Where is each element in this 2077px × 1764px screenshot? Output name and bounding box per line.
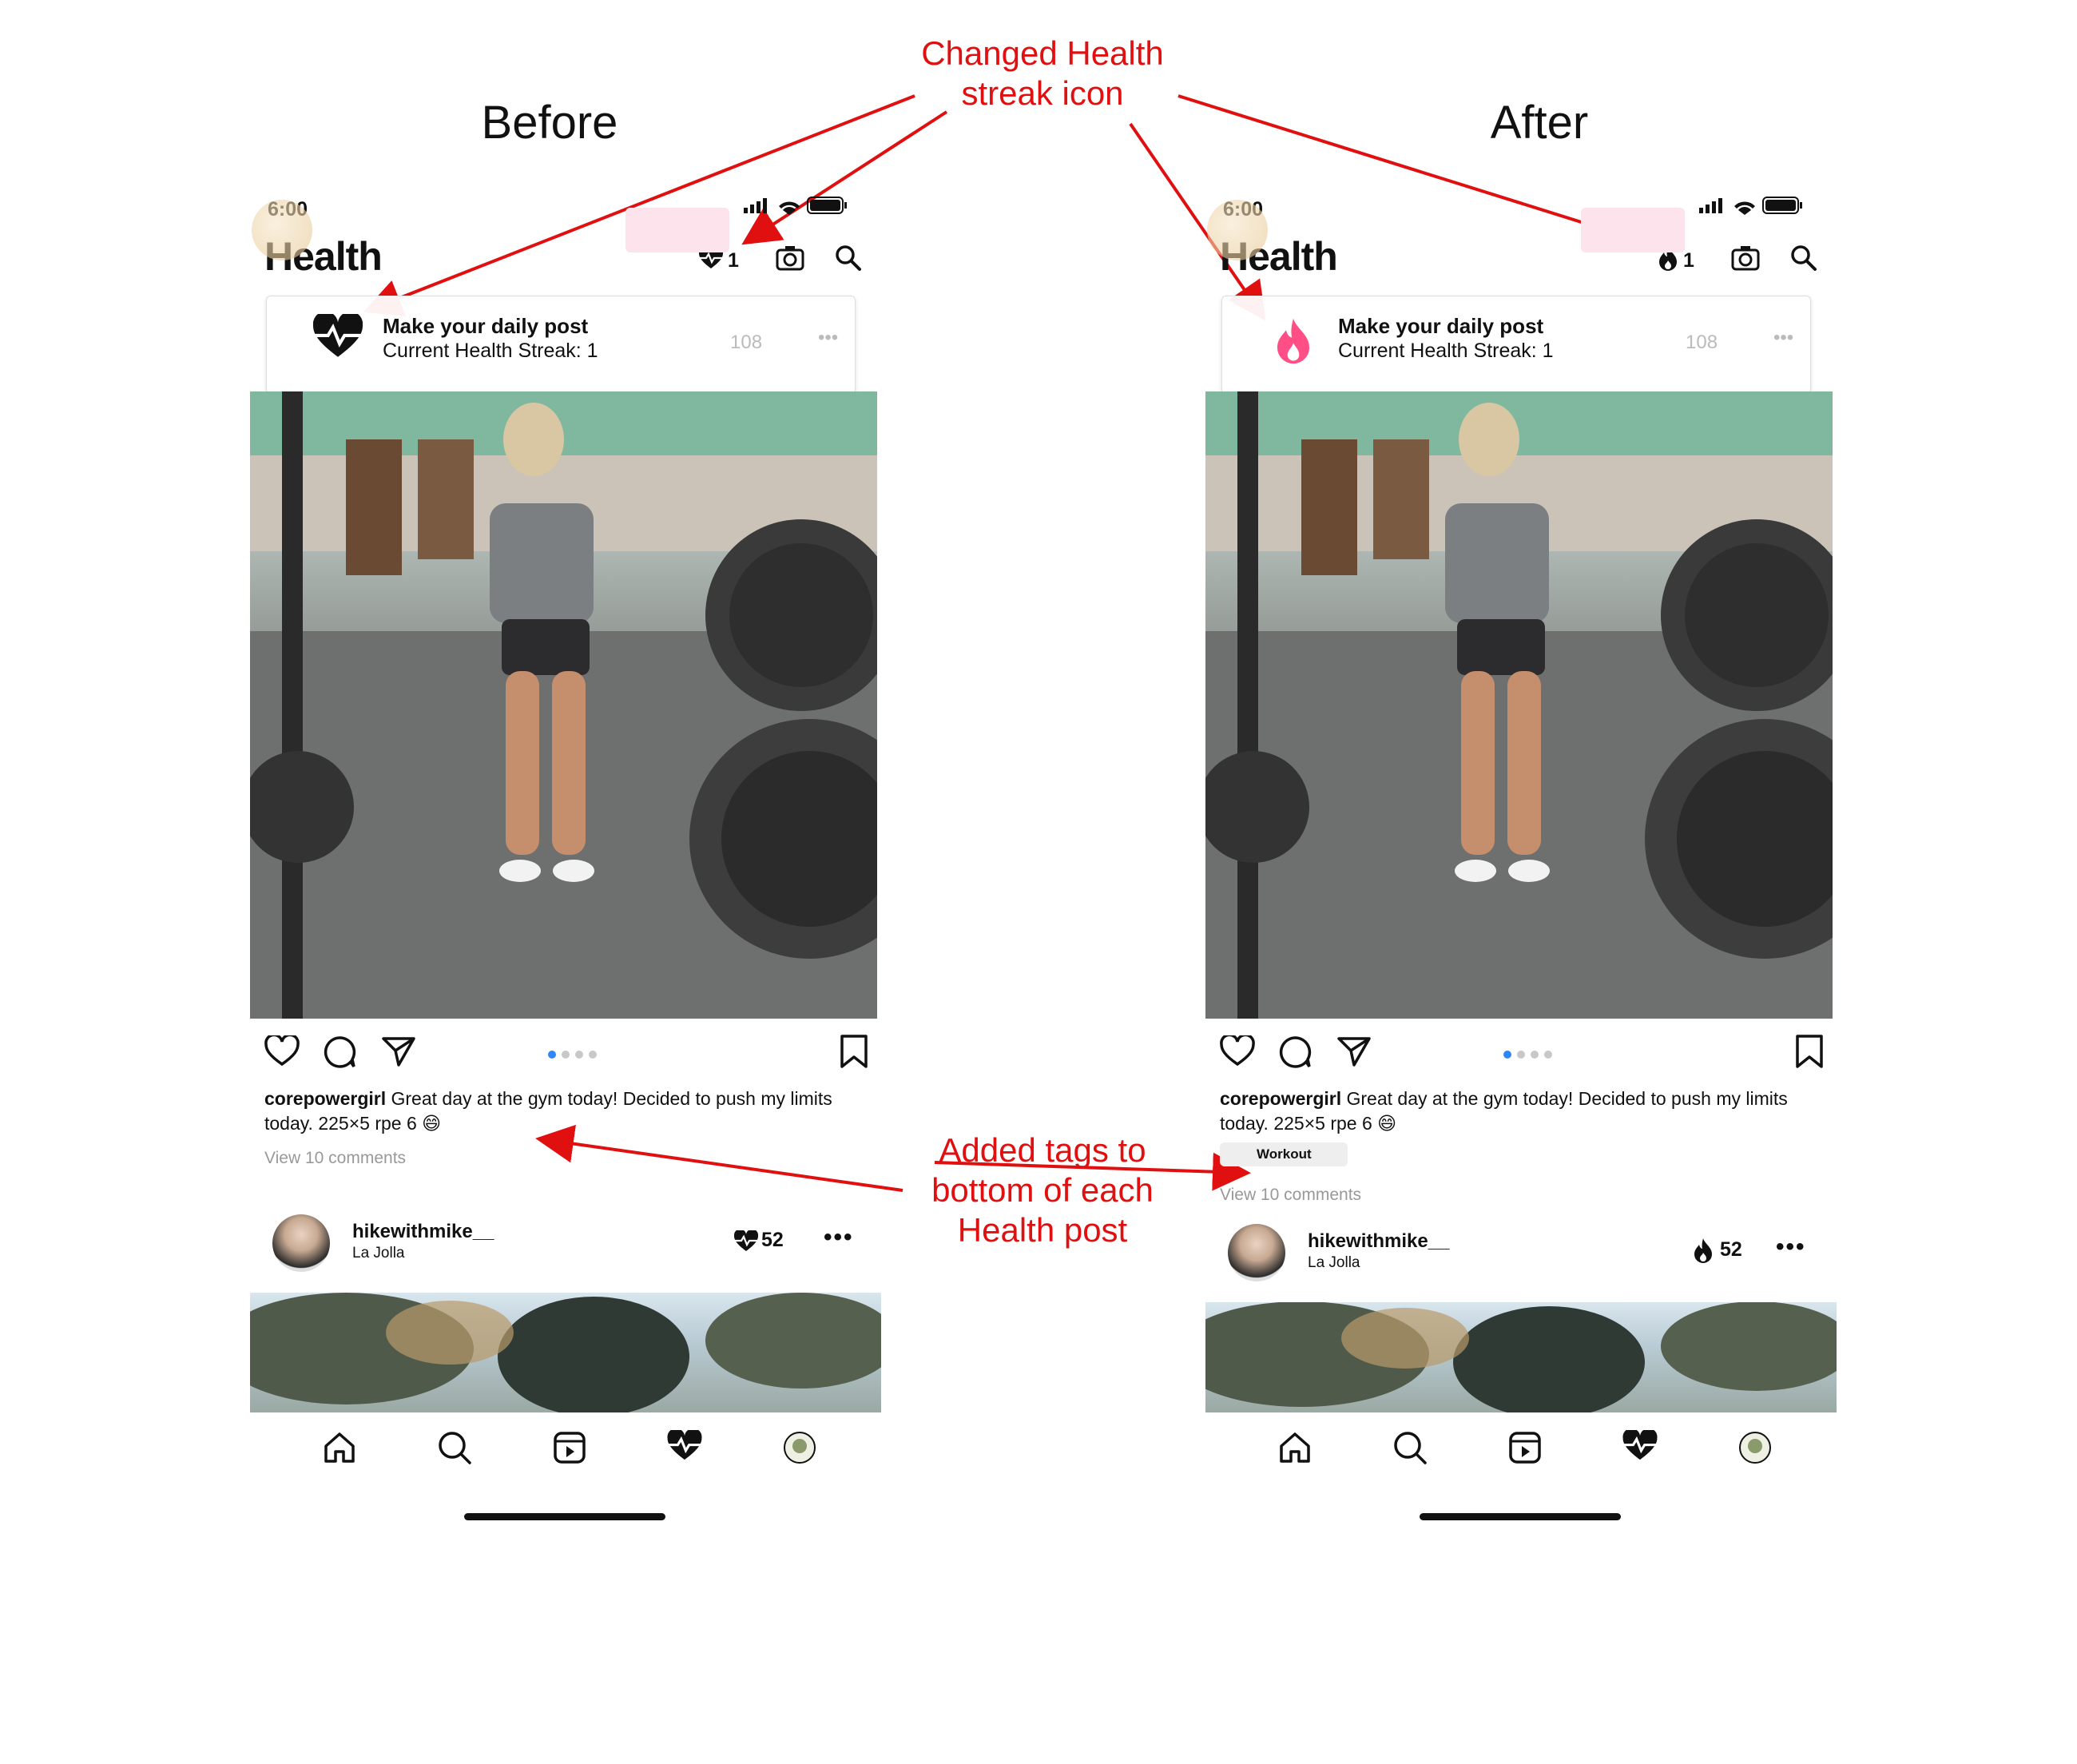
post2-header: hikewithmike__ La Jolla 52 ••• <box>264 1214 872 1278</box>
post2-photo[interactable] <box>1205 1302 1837 1412</box>
status-icons <box>1699 197 1802 215</box>
post-username[interactable]: corepowergirl <box>1220 1088 1341 1109</box>
arrow-to-after-tag <box>934 1152 1251 1191</box>
phone-after: 6:00 Health 1 Make your daily post Curre… <box>1205 184 1845 1542</box>
comment-icon[interactable] <box>322 1035 357 1069</box>
like-icon[interactable] <box>264 1035 300 1067</box>
profile-avatar-icon[interactable] <box>782 1430 817 1465</box>
tab-bar <box>1253 1430 1829 1478</box>
carousel-dot <box>548 1051 556 1059</box>
ghost-more-icon: ••• <box>818 327 839 348</box>
banner-title: Make your daily post <box>1338 314 1544 338</box>
carousel-dot <box>1503 1051 1511 1059</box>
streak-banner[interactable]: Make your daily post Current Health Stre… <box>1221 296 1811 395</box>
post2-location: La Jolla <box>1308 1254 1360 1271</box>
more-icon[interactable]: ••• <box>1776 1234 1806 1261</box>
flame-icon <box>1277 318 1310 364</box>
ghost-rate-button <box>625 208 729 252</box>
view-comments-link[interactable]: View 10 comments <box>264 1149 406 1168</box>
home-indicator[interactable] <box>464 1513 665 1520</box>
bookmark-icon[interactable] <box>1795 1034 1824 1069</box>
post-actions <box>1220 1031 1827 1079</box>
post-caption: corepowergirl Great day at the gym today… <box>1220 1087 1803 1136</box>
post-username[interactable]: corepowergirl <box>264 1088 386 1109</box>
profile-avatar-icon[interactable] <box>1737 1430 1773 1465</box>
comment-icon[interactable] <box>1277 1035 1313 1069</box>
home-indicator[interactable] <box>1420 1513 1621 1520</box>
view-comments-link[interactable]: View 10 comments <box>1220 1186 1361 1205</box>
search-icon[interactable] <box>835 244 862 272</box>
status-icons <box>744 197 847 215</box>
post2-photo[interactable] <box>250 1293 881 1412</box>
health-tab-icon[interactable] <box>667 1430 702 1462</box>
ghost-like-count: 108 <box>1686 332 1718 353</box>
explore-search-icon[interactable] <box>1392 1430 1428 1465</box>
post2-header: hikewithmike__ La Jolla 52 ••• <box>1220 1224 1827 1288</box>
share-icon[interactable] <box>1336 1035 1372 1067</box>
post-actions <box>264 1031 872 1079</box>
avatar[interactable] <box>1228 1224 1285 1281</box>
share-icon[interactable] <box>381 1035 416 1067</box>
health-tab-icon[interactable] <box>1622 1430 1658 1462</box>
post-photo[interactable] <box>250 391 877 1019</box>
post2-count: 52 <box>1720 1238 1742 1261</box>
home-icon[interactable] <box>1277 1430 1313 1465</box>
search-icon[interactable] <box>1790 244 1817 272</box>
banner-title: Make your daily post <box>383 314 589 338</box>
home-icon[interactable] <box>322 1430 357 1465</box>
bookmark-icon[interactable] <box>840 1034 868 1069</box>
post2-username[interactable]: hikewithmike__ <box>352 1221 494 1243</box>
like-icon[interactable] <box>1220 1035 1255 1067</box>
post-photo[interactable] <box>1205 391 1833 1019</box>
carousel-dot <box>1531 1051 1539 1059</box>
avatar[interactable] <box>272 1214 330 1272</box>
ghost-like-count: 108 <box>730 332 763 353</box>
tab-bar <box>298 1430 873 1478</box>
camera-icon[interactable] <box>776 244 804 272</box>
banner-subtitle: Current Health Streak: 1 <box>383 340 598 362</box>
carousel-dots <box>1503 1048 1558 1063</box>
more-icon[interactable]: ••• <box>824 1224 854 1251</box>
post2-username[interactable]: hikewithmike__ <box>1308 1230 1449 1253</box>
ghost-avatar <box>1207 200 1268 260</box>
gym-photo-illustration <box>1205 391 1833 1019</box>
post-tag-workout[interactable]: Workout <box>1220 1142 1348 1166</box>
ghost-rate-button <box>1581 208 1685 252</box>
carousel-dot <box>1517 1051 1525 1059</box>
streak-count: 1 <box>728 249 739 272</box>
tree-canopy-illustration <box>250 1293 881 1412</box>
heartbeat-icon <box>734 1230 758 1251</box>
gym-photo-illustration <box>250 391 877 1019</box>
banner-subtitle: Current Health Streak: 1 <box>1338 340 1554 362</box>
streak-count: 1 <box>1683 249 1694 272</box>
reels-icon[interactable] <box>1507 1430 1543 1465</box>
carousel-dots <box>548 1048 602 1063</box>
ghost-more-icon: ••• <box>1773 327 1794 348</box>
carousel-dot <box>1544 1051 1552 1059</box>
flame-icon <box>1694 1238 1712 1263</box>
post-caption: corepowergirl Great day at the gym today… <box>264 1087 848 1136</box>
explore-search-icon[interactable] <box>437 1430 472 1465</box>
post2-location: La Jolla <box>352 1245 405 1261</box>
phone-before: 6:00 Health 1 Make your daily post Curre… <box>250 184 889 1542</box>
tree-canopy-illustration <box>1205 1302 1837 1412</box>
heartbeat-icon <box>313 314 363 357</box>
post2-count: 52 <box>761 1229 784 1251</box>
camera-icon[interactable] <box>1731 244 1760 272</box>
carousel-dot <box>575 1051 583 1059</box>
reels-icon[interactable] <box>552 1430 587 1465</box>
streak-banner[interactable]: Make your daily post Current Health Stre… <box>266 296 856 395</box>
carousel-dot <box>589 1051 597 1059</box>
ghost-avatar <box>252 200 312 260</box>
carousel-dot <box>562 1051 570 1059</box>
